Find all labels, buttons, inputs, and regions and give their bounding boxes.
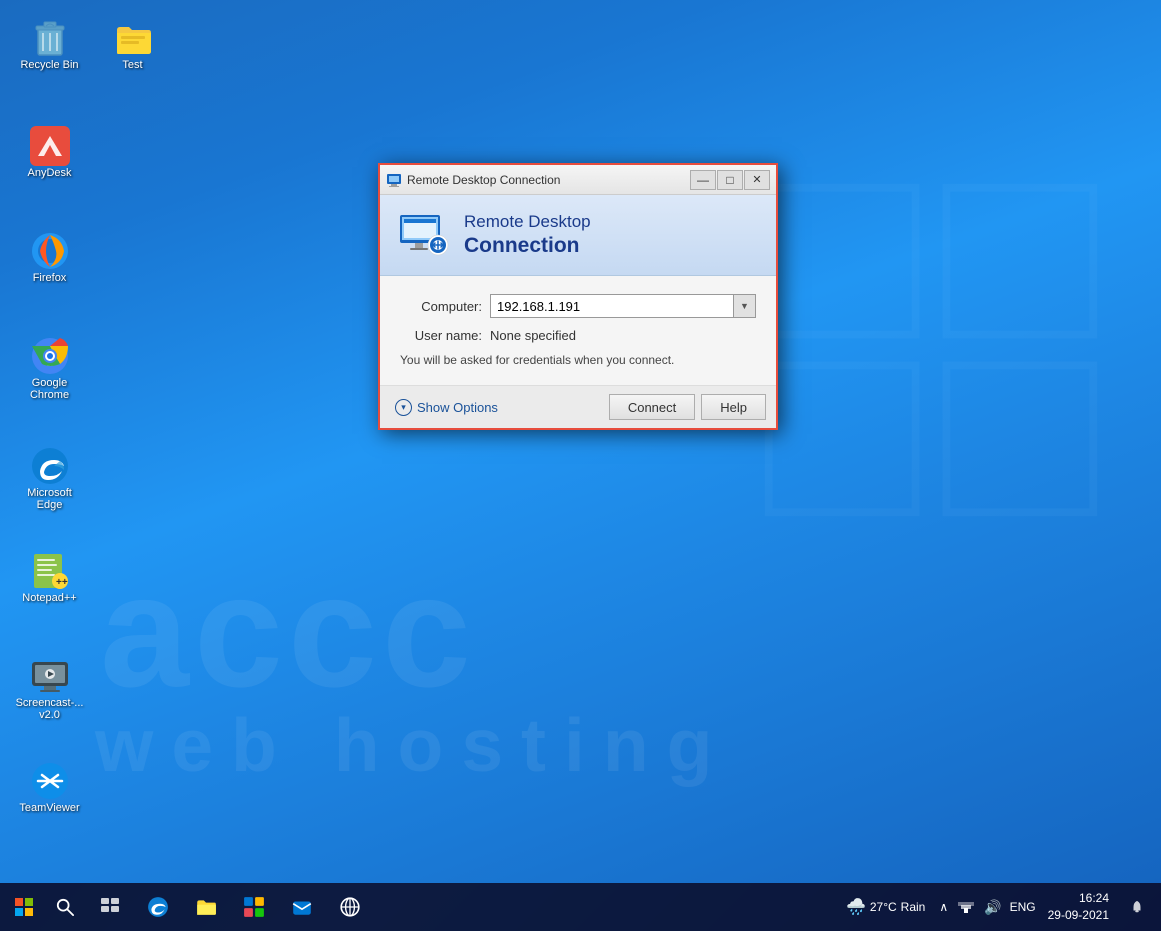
windows-logo-watermark xyxy=(761,180,1101,520)
volume-icon[interactable]: 🔊 xyxy=(982,897,1003,918)
close-button[interactable]: ✕ xyxy=(744,170,770,190)
google-chrome-label: Google Chrome xyxy=(17,377,82,401)
footer-buttons: Connect Help xyxy=(609,394,766,420)
taskbar-fileexplorer-button[interactable] xyxy=(184,887,228,927)
dialog-body: Computer: ▼ User name: None specified Yo… xyxy=(380,276,776,385)
anydesk-icon xyxy=(29,125,71,167)
dialog-header-line1: Remote Desktop xyxy=(464,212,591,232)
taskbar-time: 16:24 xyxy=(1079,890,1109,907)
taskbar-network-button[interactable] xyxy=(328,887,372,927)
firefox-label: Firefox xyxy=(33,272,67,284)
desktop-icon-recycle-bin[interactable]: Recycle Bin xyxy=(12,12,87,76)
computer-field: Computer: ▼ xyxy=(400,294,756,318)
screencast-icon xyxy=(29,655,71,697)
show-options-label: Show Options xyxy=(417,400,498,415)
test-folder-icon xyxy=(112,17,154,59)
rdp-dialog-window: Remote Desktop Connection — □ ✕ xyxy=(378,163,778,430)
weather-widget[interactable]: 🌧️ 27°C Rain xyxy=(840,897,931,917)
notification-button[interactable] xyxy=(1121,887,1153,927)
username-field: User name: None specified xyxy=(400,328,756,343)
svg-text:++: ++ xyxy=(56,577,68,588)
microsoft-edge-icon xyxy=(29,445,71,487)
recycle-bin-label: Recycle Bin xyxy=(20,59,78,71)
notepadpp-icon: ++ xyxy=(29,550,71,592)
weather-condition: Rain xyxy=(901,900,926,914)
desktop-icon-test[interactable]: Test xyxy=(95,12,170,76)
notepadpp-label: Notepad++ xyxy=(22,592,76,604)
taskbar-mail-button[interactable] xyxy=(280,887,324,927)
dialog-title-icon xyxy=(386,172,402,188)
firefox-icon xyxy=(29,230,71,272)
desktop-icon-microsoft-edge[interactable]: Microsoft Edge xyxy=(12,440,87,516)
dialog-header-line2: Connection xyxy=(464,233,591,258)
show-hidden-icons[interactable]: ∧ xyxy=(937,898,950,916)
minimize-button[interactable]: — xyxy=(690,170,716,190)
desktop: accc web hosting Recycle Bin xyxy=(0,0,1161,883)
combo-arrow[interactable]: ▼ xyxy=(734,294,756,318)
network-icon-tray[interactable] xyxy=(956,896,976,919)
connect-button[interactable]: Connect xyxy=(609,394,695,420)
language-indicator: ENG xyxy=(1010,900,1036,914)
test-label: Test xyxy=(122,59,142,71)
teamviewer-icon xyxy=(29,760,71,802)
rdp-header-icon xyxy=(398,209,450,261)
desktop-icon-firefox[interactable]: Firefox xyxy=(12,225,87,289)
anydesk-label: AnyDesk xyxy=(27,167,71,179)
dialog-header: Remote Desktop Connection xyxy=(380,195,776,276)
google-chrome-icon xyxy=(29,335,71,377)
search-button[interactable] xyxy=(46,888,84,926)
watermark-accc: accc xyxy=(100,539,476,723)
watermark-webhosting: web hosting xyxy=(95,702,730,788)
computer-input[interactable] xyxy=(490,294,734,318)
taskbar-date: 29-09-2021 xyxy=(1048,907,1109,924)
desktop-icon-google-chrome[interactable]: Google Chrome xyxy=(12,330,87,406)
show-options-button[interactable]: ▾ Show Options xyxy=(390,396,503,419)
username-value: None specified xyxy=(490,328,576,343)
username-label: User name: xyxy=(400,328,490,343)
maximize-button[interactable]: □ xyxy=(717,170,743,190)
show-options-icon: ▾ xyxy=(395,399,412,416)
desktop-icon-notepadpp[interactable]: ++ Notepad++ xyxy=(12,545,87,609)
taskbar-edge-button[interactable] xyxy=(136,887,180,927)
dialog-info-text: You will be asked for credentials when y… xyxy=(400,353,756,367)
taskbar-clock[interactable]: 16:24 29-09-2021 xyxy=(1042,890,1115,924)
start-button[interactable] xyxy=(4,887,44,927)
systray: 🌧️ 27°C Rain ∧ 🔊 ENG 16:24 29-09-2021 xyxy=(836,887,1157,927)
recycle-bin-icon xyxy=(29,17,71,59)
desktop-icon-teamviewer[interactable]: TeamViewer xyxy=(12,755,87,819)
help-button[interactable]: Help xyxy=(701,394,766,420)
dialog-footer: ▾ Show Options Connect Help xyxy=(380,385,776,428)
task-view-button[interactable] xyxy=(88,887,132,927)
taskbar: 🌧️ 27°C Rain ∧ 🔊 ENG 16:24 29-09-2021 xyxy=(0,883,1161,931)
weather-icon: 🌧️ xyxy=(846,897,866,917)
dialog-titlebar: Remote Desktop Connection — □ ✕ xyxy=(380,165,776,195)
desktop-icon-anydesk[interactable]: AnyDesk xyxy=(12,120,87,184)
desktop-icon-screencast[interactable]: Screencast-...v2.0 xyxy=(12,650,87,726)
dialog-title-text: Remote Desktop Connection xyxy=(407,173,690,187)
dialog-header-text: Remote Desktop Connection xyxy=(464,212,591,258)
dialog-controls: — □ ✕ xyxy=(690,170,770,190)
screencast-label: Screencast-...v2.0 xyxy=(16,697,84,721)
taskbar-store-button[interactable] xyxy=(232,887,276,927)
teamviewer-label: TeamViewer xyxy=(19,802,79,814)
microsoft-edge-label: Microsoft Edge xyxy=(17,487,82,511)
computer-label: Computer: xyxy=(400,299,490,314)
weather-temp: 27°C xyxy=(870,900,897,914)
